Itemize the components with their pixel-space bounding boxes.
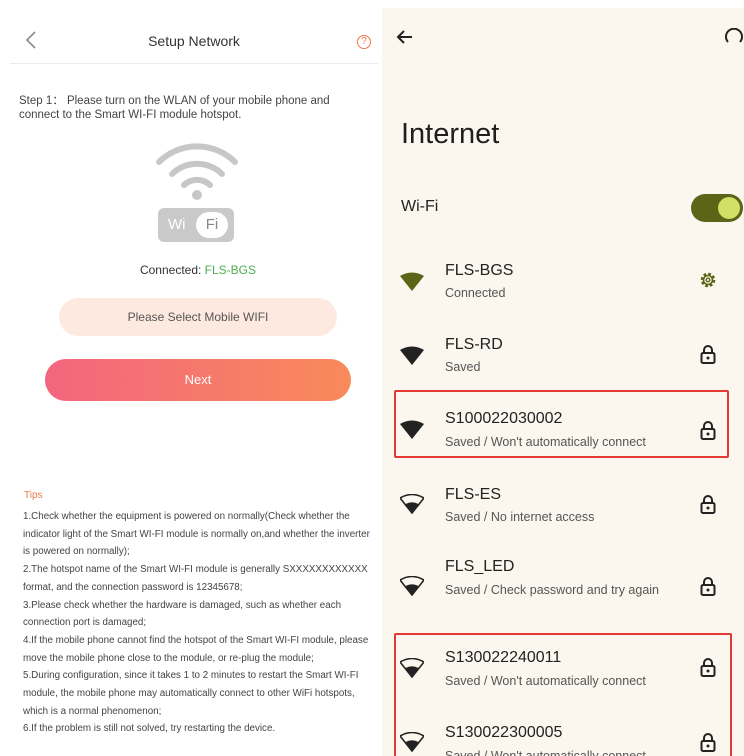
next-button[interactable]: Next: [45, 359, 351, 401]
select-wifi-button[interactable]: Please Select Mobile WIFI: [59, 298, 337, 336]
tip-item: 3.Please check whether the hardware is d…: [23, 599, 342, 629]
tips-list: 1.Check whether the equipment is powered…: [23, 508, 375, 738]
wifi-signal-icon: [400, 272, 424, 291]
wifi-illustration: Wi Fi: [152, 138, 242, 244]
wifi-signal-low-icon: [400, 494, 424, 514]
wifi-signal-icon: [156, 143, 238, 200]
step-instruction: Step 1： Please turn on the WLAN of your …: [19, 95, 330, 121]
wifi-signal-icon: [400, 346, 424, 365]
toggle-knob: [718, 197, 740, 219]
back-arrow-icon[interactable]: [396, 28, 414, 46]
header-bar: Setup Network ?: [10, 24, 378, 64]
connection-status: Connected: FLS-BGS: [0, 263, 382, 277]
lock-icon: [700, 577, 716, 596]
network-item-fls-es[interactable]: FLS-ES Saved / No internet access: [382, 480, 744, 546]
wifi-badge-left: Wi: [168, 216, 186, 233]
network-item-fls-led[interactable]: FLS_LED Saved / Check password and try a…: [382, 554, 744, 634]
network-name: FLS-BGS: [445, 262, 514, 279]
network-name: FLS-RD: [445, 336, 503, 353]
lock-icon: [700, 495, 716, 514]
tip-item: 4.If the mobile phone cannot find the ho…: [23, 634, 369, 664]
tips-heading: Tips: [24, 490, 43, 501]
connected-label: Connected:: [139, 263, 205, 277]
network-status: Connected: [445, 286, 506, 300]
lock-icon: [700, 345, 716, 364]
network-status: Saved / Check password and try again: [445, 583, 660, 597]
tip-item: 6.If the problem is still not solved, tr…: [23, 723, 276, 735]
setup-network-panel: Setup Network ? Step 1： Please turn on t…: [0, 0, 382, 756]
tip-item: 1.Check whether the equipment is powered…: [23, 511, 370, 558]
highlight-box: [394, 390, 729, 458]
network-item-fls-bgs[interactable]: FLS-BGS Connected: [382, 256, 744, 322]
network-status: Saved / No internet access: [445, 510, 595, 524]
wifi-badge-right: Fi: [196, 212, 228, 238]
wifi-badge: Wi Fi: [158, 208, 234, 242]
page-title: Setup Network: [148, 33, 240, 49]
wifi-signal-low-icon: [400, 576, 424, 596]
highlight-box: [394, 633, 732, 756]
network-name: FLS_LED: [445, 558, 515, 575]
tip-item: 2.The hotspot name of the Smart WI-FI mo…: [23, 564, 368, 593]
gear-icon[interactable]: [699, 270, 717, 290]
wifi-toggle-label: Wi-Fi: [401, 198, 439, 215]
help-icon[interactable]: ?: [357, 35, 371, 49]
network-status: Saved: [445, 360, 481, 374]
connected-ssid: FLS-BGS: [204, 263, 257, 277]
network-name: FLS-ES: [445, 486, 502, 503]
page-title: Internet: [401, 118, 500, 150]
network-item-fls-rd[interactable]: FLS-RD Saved: [382, 330, 744, 396]
internet-settings-panel: Internet Wi-Fi FLS-BGS Connected FLS-RD …: [382, 0, 744, 756]
help-feedback-icon[interactable]: [724, 28, 744, 48]
top-app-bar: [382, 26, 744, 56]
wifi-toggle[interactable]: [691, 194, 743, 222]
tip-item: 5.During configuration, since it takes 1…: [23, 670, 359, 717]
